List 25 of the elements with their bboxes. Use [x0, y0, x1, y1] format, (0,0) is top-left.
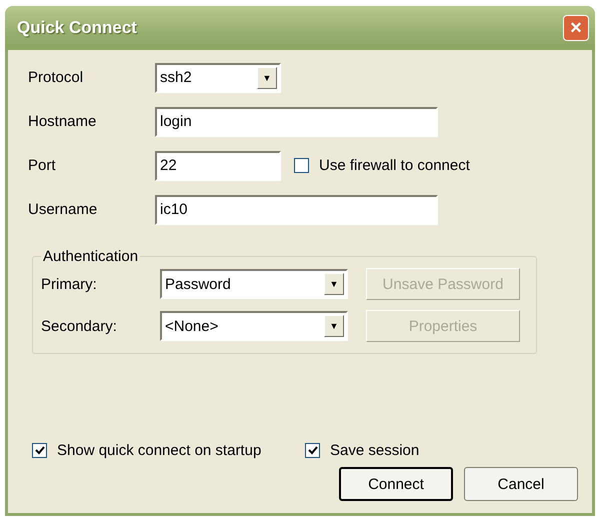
field-label: Protocol [28, 69, 84, 86]
checkbox[interactable] [294, 158, 309, 173]
check-icon [308, 446, 318, 455]
input-field[interactable]: login [155, 106, 438, 136]
checkbox[interactable] [32, 443, 47, 458]
field-label: Primary: [41, 276, 98, 292]
field-label: Secondary: [41, 318, 118, 334]
dropdown[interactable]: <None> ▼ [160, 311, 348, 341]
check-icon [34, 446, 44, 455]
checkbox-label: Show quick connect on startup [57, 442, 262, 459]
cancel-button[interactable]: Cancel [464, 467, 578, 501]
checkbox-label: Save session [330, 442, 420, 459]
window-title: Quick Connect [17, 18, 137, 38]
group-title: Authentication [42, 248, 140, 265]
input-field[interactable]: 22 [155, 150, 281, 180]
dropdown[interactable]: Password ▼ [160, 269, 348, 299]
input-field[interactable]: ic10 [155, 194, 438, 224]
checkbox-label: Use firewall to connect [319, 157, 470, 174]
field-label: Username [28, 201, 98, 218]
protocol-dropdown[interactable]: ssh2 ▼ [155, 62, 281, 92]
field-label: Port [28, 157, 57, 174]
checkbox[interactable] [305, 443, 320, 458]
close-button[interactable]: × [563, 15, 589, 41]
connect-button[interactable]: Connect [339, 467, 453, 501]
field-label: Hostname [28, 113, 98, 130]
